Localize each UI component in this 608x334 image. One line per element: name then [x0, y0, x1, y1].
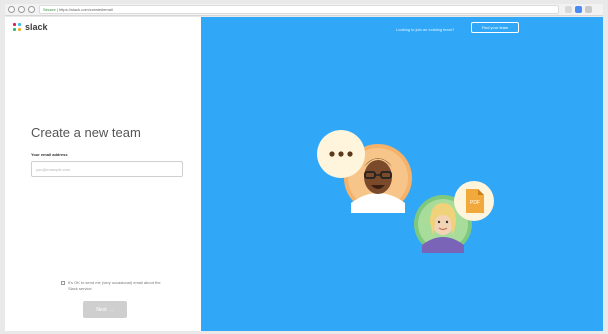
- email-field[interactable]: [31, 161, 183, 177]
- menu-icon[interactable]: [585, 6, 592, 13]
- slack-logo-icon: [13, 22, 22, 32]
- forward-icon[interactable]: [18, 6, 25, 13]
- team-illustration: PDF: [317, 130, 494, 253]
- address-bar[interactable]: Secure | https://slack.com/create#email: [39, 5, 559, 14]
- back-icon[interactable]: [8, 6, 15, 13]
- chat-bubble-icon: [317, 130, 365, 178]
- extension-icon[interactable]: [575, 6, 582, 13]
- next-button[interactable]: Next →: [83, 301, 127, 318]
- slack-logo[interactable]: slack: [13, 22, 48, 32]
- illustration-panel: Looking to join an existing team? Find y…: [201, 17, 603, 331]
- next-label: Next: [96, 306, 107, 313]
- pdf-file-icon: PDF: [454, 181, 494, 221]
- consent-text: It's OK to send me (very occasional) ema…: [68, 280, 161, 291]
- slack-wordmark: slack: [25, 22, 48, 32]
- page-title: Create a new team: [31, 125, 141, 140]
- signup-panel: slack Create a new team Your email addre…: [5, 17, 201, 331]
- browser-toolbar: Secure | https://slack.com/create#email: [5, 4, 603, 16]
- email-label: Your email address: [31, 152, 68, 157]
- arrow-right-icon: →: [108, 306, 114, 313]
- url-text: https://slack.com/create#email: [58, 7, 113, 12]
- email-consent: It's OK to send me (very occasional) ema…: [61, 280, 161, 292]
- browser-window: Secure | https://slack.com/create#email …: [0, 0, 608, 334]
- browser-nav: [8, 6, 35, 13]
- consent-checkbox[interactable]: [61, 281, 65, 285]
- secure-label: Secure: [43, 7, 56, 12]
- file-label: PDF: [470, 200, 480, 206]
- reload-icon[interactable]: [28, 6, 35, 13]
- star-icon[interactable]: [565, 6, 572, 13]
